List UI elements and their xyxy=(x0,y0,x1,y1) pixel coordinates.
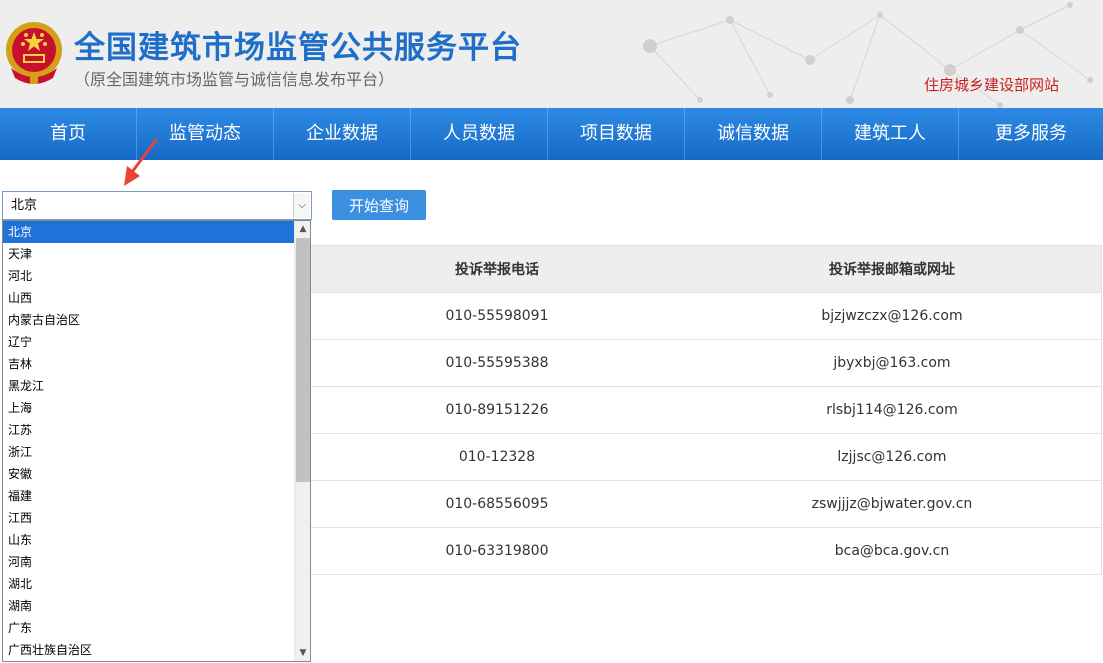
dropdown-option[interactable]: 上海 xyxy=(3,397,295,419)
nav-item-home[interactable]: 首页 xyxy=(0,108,137,160)
email-cell: jbyxbj@163.com xyxy=(682,339,1102,387)
dropdown-option-selected[interactable]: 北京 xyxy=(3,221,295,243)
dropdown-option[interactable]: 河北 xyxy=(3,265,295,287)
province-dropdown-list: 北京 天津 河北 山西 内蒙古自治区 辽宁 吉林 黑龙江 上海 江苏 浙江 安徽… xyxy=(2,220,311,662)
email-cell: rlsbj114@126.com xyxy=(682,386,1102,434)
start-query-button[interactable]: 开始查询 xyxy=(332,190,426,220)
nav-item-enterprise-data[interactable]: 企业数据 xyxy=(274,108,411,160)
ministry-website-link[interactable]: 住房城乡建设部网站 xyxy=(924,74,1059,95)
dropdown-option[interactable]: 山西 xyxy=(3,287,295,309)
phone-cell: 010-63319800 xyxy=(310,527,683,575)
email-cell: zswjjjz@bjwater.gov.cn xyxy=(682,480,1102,528)
nav-item-credit-data[interactable]: 诚信数据 xyxy=(685,108,822,160)
scroll-down-icon[interactable]: ▼ xyxy=(295,645,310,661)
dropdown-option[interactable]: 安徽 xyxy=(3,463,295,485)
table-row: 010-55595388 jbyxbj@163.com xyxy=(310,339,1102,387)
dropdown-option[interactable]: 广西壮族自治区 xyxy=(3,639,295,661)
scrollbar-thumb[interactable] xyxy=(296,238,310,482)
site-subtitle: （原全国建筑市场监管与诚信信息发布平台） xyxy=(74,70,395,89)
table-row: 010-89151226 rlsbj114@126.com xyxy=(310,386,1102,434)
dropdown-options: 北京 天津 河北 山西 内蒙古自治区 辽宁 吉林 黑龙江 上海 江苏 浙江 安徽… xyxy=(3,221,295,661)
dropdown-option[interactable]: 天津 xyxy=(3,243,295,265)
nav-item-personnel-data[interactable]: 人员数据 xyxy=(411,108,548,160)
nav-item-construction-workers[interactable]: 建筑工人 xyxy=(822,108,959,160)
dropdown-option[interactable]: 山东 xyxy=(3,529,295,551)
header-phone: 投诉举报电话 xyxy=(310,245,683,293)
scroll-up-icon[interactable]: ▲ xyxy=(295,221,310,237)
red-arrow-icon xyxy=(124,138,158,186)
nav-item-project-data[interactable]: 项目数据 xyxy=(548,108,685,160)
dropdown-option[interactable]: 江西 xyxy=(3,507,295,529)
email-cell: bjzjwzczx@126.com xyxy=(682,292,1102,340)
national-emblem xyxy=(6,22,62,84)
dropdown-option[interactable]: 浙江 xyxy=(3,441,295,463)
dropdown-option[interactable]: 江苏 xyxy=(3,419,295,441)
dropdown-option[interactable]: 吉林 xyxy=(3,353,295,375)
site-title: 全国建筑市场监管公共服务平台 xyxy=(74,30,522,66)
table-row: 010-55598091 bjzjwzczx@126.com xyxy=(310,292,1102,340)
chevron-down-icon[interactable]: ⌵ xyxy=(293,193,310,218)
dropdown-option[interactable]: 湖北 xyxy=(3,573,295,595)
dropdown-option[interactable]: 湖南 xyxy=(3,595,295,617)
header-email-or-url: 投诉举报邮箱或网址 xyxy=(682,245,1102,293)
dropdown-option[interactable]: 福建 xyxy=(3,485,295,507)
dropdown-option[interactable]: 辽宁 xyxy=(3,331,295,353)
province-select[interactable]: 北京 ⌵ xyxy=(2,191,312,220)
phone-cell: 010-89151226 xyxy=(310,386,683,434)
table-row: 010-63319800 bca@bca.gov.cn xyxy=(310,527,1102,575)
table-row: 010-68556095 zswjjjz@bjwater.gov.cn xyxy=(310,480,1102,528)
dropdown-option[interactable]: 河南 xyxy=(3,551,295,573)
site-header: 全国建筑市场监管公共服务平台 （原全国建筑市场监管与诚信信息发布平台） 住房城乡… xyxy=(0,0,1103,108)
email-cell: lzjjsc@126.com xyxy=(682,433,1102,481)
table-header-row: 投诉举报电话 投诉举报邮箱或网址 xyxy=(310,245,1102,293)
province-select-value: 北京 xyxy=(11,198,38,213)
phone-cell: 010-55595388 xyxy=(310,339,683,387)
table-row: 010-12328 lzjjsc@126.com xyxy=(310,433,1102,481)
complaint-contacts-table: 投诉举报电话 投诉举报邮箱或网址 010-55598091 bjzjwzczx@… xyxy=(310,245,1102,575)
phone-cell: 010-68556095 xyxy=(310,480,683,528)
nav-item-more-services[interactable]: 更多服务 xyxy=(959,108,1103,160)
phone-cell: 010-12328 xyxy=(310,433,683,481)
email-cell: bca@bca.gov.cn xyxy=(682,527,1102,575)
dropdown-option[interactable]: 黑龙江 xyxy=(3,375,295,397)
dropdown-scrollbar[interactable]: ▲ ▼ xyxy=(294,221,310,661)
dropdown-option[interactable]: 内蒙古自治区 xyxy=(3,309,295,331)
dropdown-option[interactable]: 广东 xyxy=(3,617,295,639)
phone-cell: 010-55598091 xyxy=(310,292,683,340)
